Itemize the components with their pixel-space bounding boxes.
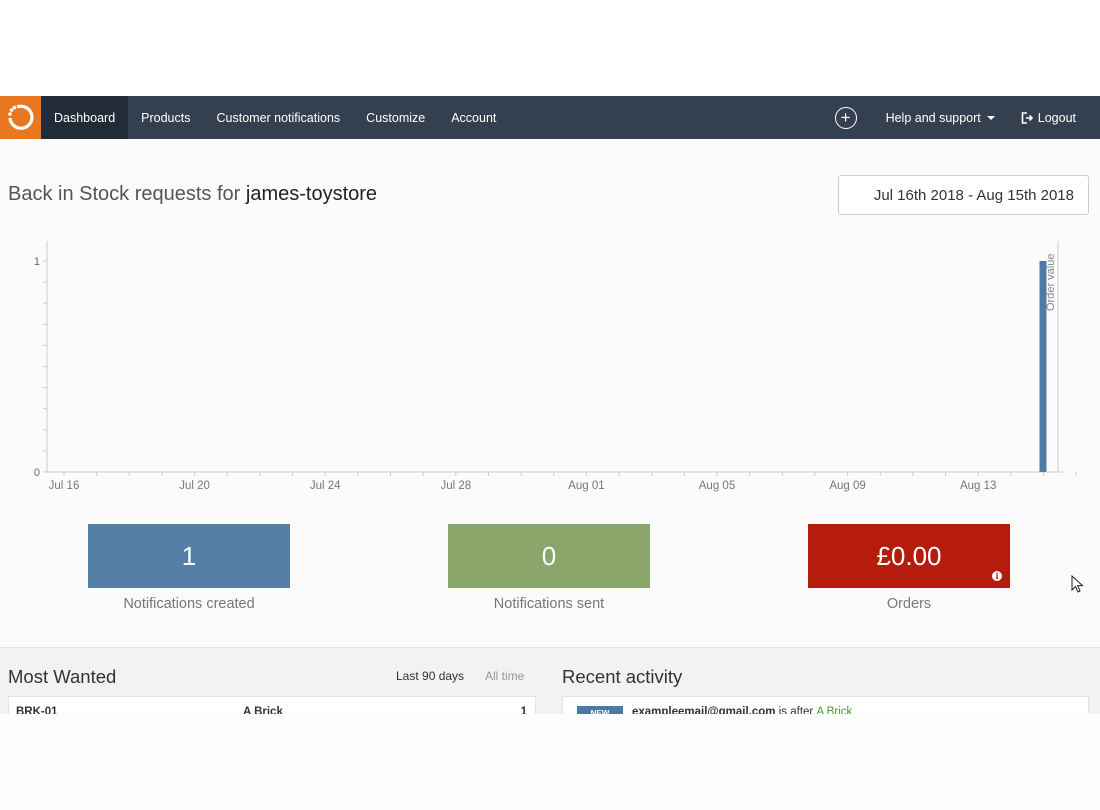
stat-value: 1 [181, 540, 197, 571]
page-title: Back in Stock requests for james-toystor… [8, 183, 377, 206]
stat-notifications-created: 1 [88, 524, 290, 588]
y-tick-label: 1 [34, 256, 40, 268]
recent-activity-list: NEW exampleemail@gmail.com is after A Br… [562, 696, 1089, 714]
stat-notifications-sent: 0 [448, 524, 650, 588]
help-support-label: Help and support [885, 110, 981, 125]
help-support-dropdown[interactable]: Help and support [873, 96, 1008, 139]
bottom-section: Most Wanted Last 90 days All time BRK-01… [0, 647, 1100, 714]
logout-button[interactable]: Logout [1008, 96, 1100, 139]
nav-products[interactable]: Products [128, 96, 203, 139]
stat-value: £0.00 [876, 540, 942, 571]
add-icon[interactable]: + [834, 106, 857, 129]
y-tick-label: 0 [34, 467, 40, 479]
blank-area [0, 714, 1100, 810]
chevron-down-icon [986, 115, 995, 120]
stat-label: Notifications sent [493, 596, 605, 612]
filter-last-90-days[interactable]: Last 90 days [396, 669, 464, 683]
product-name: A Brick [243, 706, 283, 714]
activity-text: is after [778, 706, 814, 714]
logout-label: Logout [1037, 110, 1076, 125]
stat-label: Orders [886, 596, 932, 612]
x-tick-label: Aug 05 [699, 480, 735, 492]
request-count: 1 [520, 706, 527, 714]
nav-right-group: + Help and support Logout [834, 96, 1100, 139]
stat-label: Notifications created [123, 596, 255, 612]
app-logo[interactable] [0, 96, 41, 139]
new-badge: NEW [577, 706, 623, 714]
nav-customer-notifications[interactable]: Customer notifications [204, 96, 354, 139]
mouse-cursor-icon [1071, 575, 1084, 593]
x-tick-label: Jul 24 [310, 480, 341, 492]
logout-icon [1021, 111, 1033, 124]
x-tick-label: Jul 28 [440, 480, 471, 492]
store-name: james-toystore [245, 183, 378, 205]
nav-customize[interactable]: Customize [353, 96, 438, 139]
x-tick-label: Aug 09 [829, 480, 865, 492]
activity-product-link[interactable]: A Brick [816, 706, 852, 714]
y2-axis-label: Order value [1045, 254, 1057, 311]
nav-account[interactable]: Account [438, 96, 509, 139]
nav-dashboard[interactable]: Dashboard [41, 96, 129, 139]
requests-chart: 0 1 Jul 16 Jul 20 Jul 24 Jul 28 Aug 01 Aug 05 Au… [34, 241, 1077, 492]
x-tick-label: Aug 01 [568, 480, 604, 492]
x-tick-label: Jul 16 [49, 480, 80, 492]
stat-value: 0 [541, 540, 557, 571]
product-sku: BRK-01 [16, 706, 58, 714]
app-window: Dashboard Products Customer notification… [0, 0, 1100, 810]
top-navbar: Dashboard Products Customer notification… [0, 96, 1100, 139]
filter-all-time[interactable]: All time [485, 669, 524, 683]
date-range-picker[interactable]: Jul 16th 2018 - Aug 15th 2018 [838, 175, 1089, 215]
logo-icon [7, 104, 34, 130]
info-icon[interactable]: i [992, 571, 1002, 581]
recent-activity-title: Recent activity [562, 666, 683, 687]
x-tick-label: Jul 20 [179, 480, 210, 492]
most-wanted-table: BRK-01 A Brick 1 [8, 696, 536, 714]
x-tick-label: Aug 13 [960, 480, 996, 492]
most-wanted-title: Most Wanted [8, 666, 117, 687]
activity-email[interactable]: exampleemail@gmail.com [632, 706, 776, 714]
page-title-prefix: Back in Stock requests for [8, 183, 246, 205]
stat-orders: £0.00 i [808, 524, 1010, 588]
dashboard-content: Back in Stock requests for james-toystor… [0, 139, 1100, 647]
